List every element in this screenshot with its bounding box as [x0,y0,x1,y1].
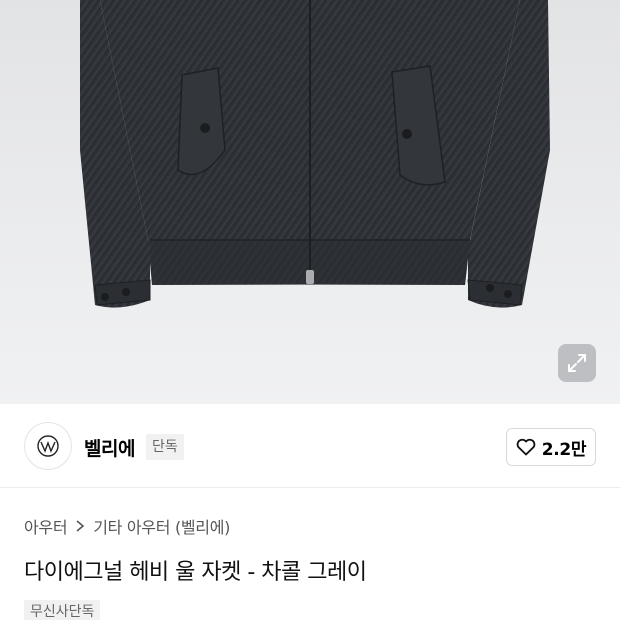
expand-icon [568,354,586,372]
like-count: 2.2만 [541,439,587,460]
heart-icon [516,438,536,456]
brand-row: 벨리에 단독 2.2만 [0,404,620,488]
like-button[interactable]: 2.2만 [506,428,596,466]
exclusive-badge: 단독 [146,434,184,460]
brand-logo-icon [37,435,59,457]
store-badge: 무신사단독 [24,600,101,620]
breadcrumb-category[interactable]: 아우터 [24,514,68,538]
product-title: 다이에그널 헤비 울 자켓 - 차콜 그레이 [24,560,367,585]
breadcrumb: 아우터 기타 아우터 (벨리에) [24,514,230,538]
jacket-photo [80,0,550,308]
brand-name[interactable]: 벨리에 [84,434,135,461]
product-image[interactable] [0,0,620,404]
brand-logo[interactable] [24,422,72,470]
chevron-right-icon [75,519,85,533]
breadcrumb-subcategory[interactable]: 기타 아우터 (벨리에) [93,514,230,538]
zoom-button[interactable] [558,344,596,382]
